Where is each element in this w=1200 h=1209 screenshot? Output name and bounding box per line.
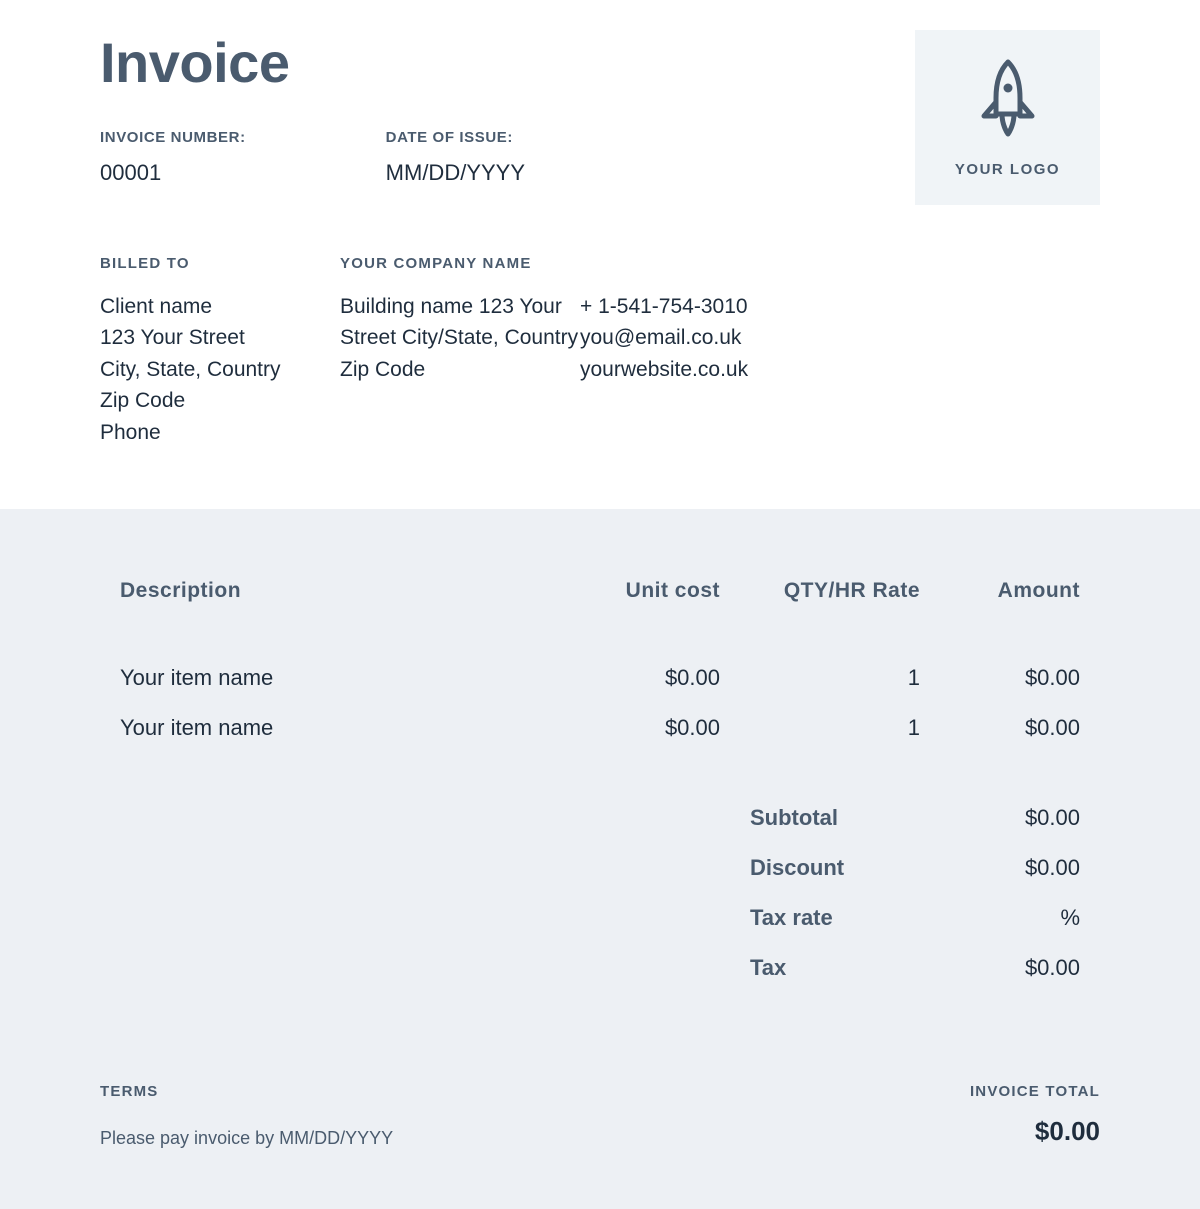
subtotal-value: $0.00 [920, 805, 1080, 831]
item-unit-cost: $0.00 [550, 715, 720, 741]
company-website: yourwebsite.co.uk [580, 355, 820, 384]
terms-label: TERMS [100, 1083, 393, 1100]
company-address-line: Street City/State, Country [340, 323, 580, 352]
billed-to-line: City, State, Country [100, 355, 340, 384]
date-of-issue-label: DATE OF ISSUE: [386, 129, 525, 146]
billed-to-address: Client name 123 Your Street City, State,… [100, 292, 340, 447]
item-description: Your item name [120, 665, 550, 691]
date-of-issue-block: DATE OF ISSUE: MM/DD/YYYY [386, 129, 525, 186]
billed-to-line: Phone [100, 418, 340, 447]
subtotal-label: Subtotal [750, 805, 920, 831]
column-qty-rate: QTY/HR Rate [720, 579, 920, 603]
item-qty: 1 [720, 715, 920, 741]
billed-to-block: BILLED TO Client name 123 Your Street Ci… [100, 255, 340, 449]
column-description: Description [120, 579, 550, 603]
billed-to-line: 123 Your Street [100, 323, 340, 352]
invoice-number-label: INVOICE NUMBER: [100, 129, 246, 146]
item-unit-cost: $0.00 [550, 665, 720, 691]
taxrate-value: % [920, 905, 1080, 931]
company-email: you@email.co.uk [580, 323, 820, 352]
terms-text: Please pay invoice by MM/DD/YYYY [100, 1128, 393, 1149]
item-description: Your item name [120, 715, 550, 741]
rocket-icon [972, 58, 1044, 145]
table-row: Your item name $0.00 1 $0.00 [100, 703, 1100, 753]
billed-to-label: BILLED TO [100, 255, 340, 272]
table-row: Your item name $0.00 1 $0.00 [100, 653, 1100, 703]
billed-to-line: Zip Code [100, 386, 340, 415]
item-amount: $0.00 [920, 665, 1080, 691]
logo-placeholder: YOUR LOGO [915, 30, 1100, 205]
logo-caption: YOUR LOGO [955, 161, 1060, 178]
discount-label: Discount [750, 855, 920, 881]
terms-block: TERMS Please pay invoice by MM/DD/YYYY [100, 1083, 393, 1149]
company-address: Building name 123 Your Street City/State… [340, 292, 580, 384]
invoice-number-block: INVOICE NUMBER: 00001 [100, 129, 246, 186]
items-header-row: Description Unit cost QTY/HR Rate Amount [100, 579, 1100, 603]
document-title: Invoice [100, 30, 525, 95]
company-contact: + 1-541-754-3010 you@email.co.uk yourweb… [580, 292, 820, 384]
company-contact-block: + 1-541-754-3010 you@email.co.uk yourweb… [580, 255, 820, 449]
invoice-number-value: 00001 [100, 160, 246, 186]
company-address-line: Zip Code [340, 355, 580, 384]
taxrate-label: Tax rate [750, 905, 920, 931]
company-block: YOUR COMPANY NAME Building name 123 Your… [340, 255, 580, 449]
totals-block: Subtotal $0.00 Discount $0.00 Tax rate %… [100, 793, 1100, 993]
billed-to-line: Client name [100, 292, 340, 321]
tax-label: Tax [750, 955, 920, 981]
company-label: YOUR COMPANY NAME [340, 255, 580, 272]
invoice-total-label: INVOICE TOTAL [970, 1083, 1100, 1100]
item-amount: $0.00 [920, 715, 1080, 741]
tax-value: $0.00 [920, 955, 1080, 981]
item-qty: 1 [720, 665, 920, 691]
company-contact-spacer [580, 255, 820, 272]
column-unit-cost: Unit cost [550, 579, 720, 603]
invoice-total-value: $0.00 [970, 1116, 1100, 1147]
column-amount: Amount [920, 579, 1080, 603]
discount-value: $0.00 [920, 855, 1080, 881]
company-phone: + 1-541-754-3010 [580, 292, 820, 321]
company-address-line: Building name 123 Your [340, 292, 580, 321]
date-of-issue-value: MM/DD/YYYY [386, 160, 525, 186]
invoice-total-block: INVOICE TOTAL $0.00 [970, 1083, 1100, 1147]
